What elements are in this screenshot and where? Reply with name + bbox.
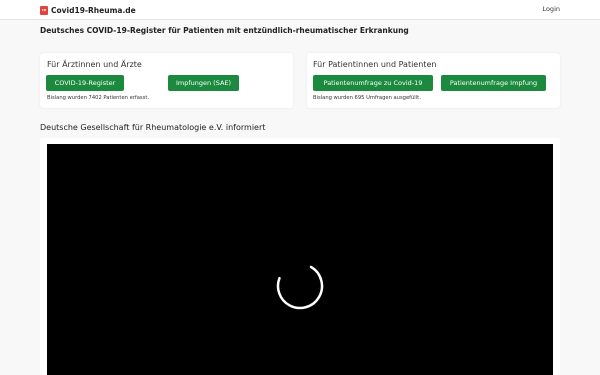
patients-card-title: Für Patientinnen und Patienten: [313, 60, 437, 69]
loading-spinner-icon: [276, 262, 324, 310]
patients-card: Für Patientinnen und Patienten Patienten…: [307, 53, 560, 108]
login-link[interactable]: Login: [542, 5, 560, 13]
video-player[interactable]: [47, 144, 553, 375]
covid19-register-button[interactable]: COVID-19-Register: [46, 75, 124, 91]
patient-survey-covid-button[interactable]: Patientenumfrage zu Covid-19: [313, 75, 433, 91]
navbar: CR Covid19-Rheuma.de Login: [0, 0, 600, 20]
brand-link[interactable]: CR Covid19-Rheuma.de: [40, 4, 136, 16]
page-title: Deutsches COVID-19-Register für Patiente…: [40, 26, 409, 35]
vaccination-sae-button[interactable]: Impfungen (SAE): [168, 75, 239, 91]
brand-logo-icon: CR: [40, 5, 48, 15]
video-section-title: Deutsche Gesellschaft für Rheumatologie …: [40, 123, 266, 132]
doctors-card: Für Ärztinnen und Ärzte COVID-19-Registe…: [40, 53, 293, 108]
patients-survey-count: Bislang wurden 695 Umfragen ausgefüllt.: [313, 95, 421, 101]
brand-name: Covid19-Rheuma.de: [51, 5, 136, 15]
video-card: [40, 138, 560, 375]
patient-survey-vaccination-button[interactable]: Patientenumfrage Impfung: [441, 75, 546, 91]
doctors-card-title: Für Ärztinnen und Ärzte: [47, 60, 142, 69]
doctors-patient-count: Bislang wurden 7402 Patienten erfasst.: [47, 95, 150, 101]
